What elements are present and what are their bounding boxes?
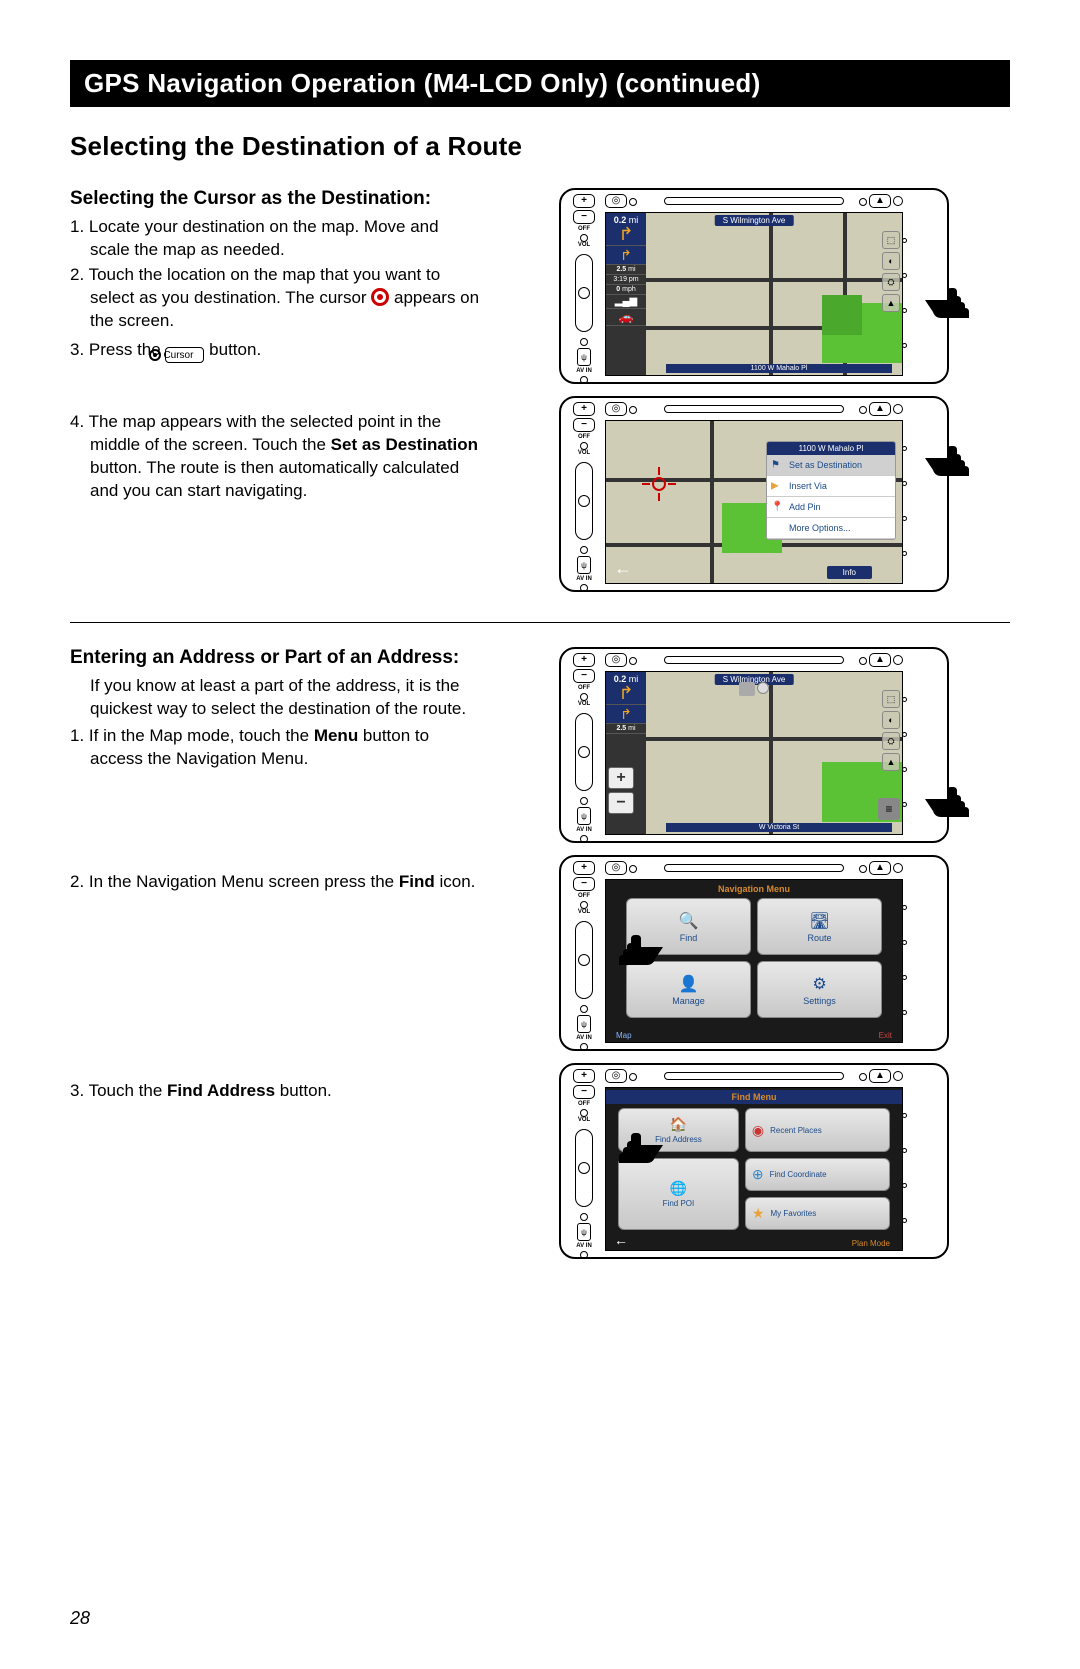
device-screenshot-3: ◎▲ +−OFFVOLψAV IN S Wilmington Ave 0.2 m… — [559, 647, 949, 843]
pointing-hand-icon — [919, 436, 979, 480]
star-icon: ★ — [752, 1205, 765, 1222]
pointing-hand-icon — [919, 278, 979, 322]
nav-speed: 0 — [616, 286, 620, 293]
side-icon-1: ⬚ — [882, 231, 900, 249]
step-2-3a: 3. Touch the — [70, 1081, 167, 1100]
section-heading: Selecting the Destination of a Route — [70, 131, 1010, 162]
device-screenshot-1: ◎▲ +−OFFVOLψAV IN S Wilmington Ave 0.2 m… — [559, 188, 949, 384]
side-icon-3: ⛭ — [882, 273, 900, 291]
back-arrow-icon[interactable]: ← — [614, 1232, 628, 1248]
scroll-wheel — [575, 254, 593, 332]
step-1-1: 1. Locate your destination on the map. M… — [90, 216, 480, 262]
street-label: S Wilmington Ave — [715, 215, 794, 226]
sec2-intro: If you know at least a part of the addre… — [90, 675, 480, 721]
step-1-4-bold: Set as Destination — [331, 435, 478, 454]
step-1-2: 2. Touch the location on the map that yo… — [90, 264, 480, 333]
info-button[interactable]: Info — [827, 566, 872, 579]
ctx-more-options[interactable]: More Options... — [767, 518, 895, 539]
device-screenshot-4: ◎▲ +−OFFVOLψAV IN Navigation Menu 🔍Find … — [559, 855, 949, 1051]
step-2-1-bold: Menu — [314, 726, 358, 745]
ctx-insert-via[interactable]: ▶Insert Via — [767, 476, 895, 497]
house-icon: 🏠 — [670, 1116, 687, 1133]
step-1-3: 3. Press the Cursor button. — [90, 339, 480, 363]
settings-icon: ⚙ — [812, 974, 826, 994]
step-2-3: 3. Touch the Find Address button. — [90, 1080, 480, 1103]
dist-2-unit: mi — [628, 266, 635, 273]
turn-arrow-2-icon: ↱ — [606, 248, 646, 262]
back-arrow-icon[interactable]: ← — [614, 558, 632, 579]
step-2-3-bold: Find Address — [167, 1081, 275, 1100]
tile-recent-places[interactable]: ◉Recent Places — [745, 1108, 890, 1152]
minus-btn: − — [573, 210, 595, 224]
find-menu-title: Find Menu — [606, 1090, 902, 1104]
context-menu-header: 1100 W Mahalo Pl — [767, 442, 895, 455]
step-2-2-bold: Find — [399, 872, 435, 891]
ctx-add-pin[interactable]: 📍Add Pin — [767, 497, 895, 518]
menu-button[interactable]: ≡ — [878, 798, 900, 820]
step-2-2b: icon. — [435, 872, 476, 891]
flag-icon: ⚑ — [771, 460, 780, 471]
tile-find-poi[interactable]: 🌐Find POI — [618, 1158, 739, 1230]
tile-settings[interactable]: ⚙Settings — [757, 961, 882, 1018]
bottom-street-label: 1100 W Mahalo Pl — [666, 364, 892, 373]
cursor-button-label: Cursor — [163, 350, 193, 361]
sub-heading-1: Selecting the Cursor as the Destination: — [70, 188, 480, 210]
device-screenshot-5: ◎▲ +−OFFVOLψAV IN Find Menu 🏠Find Addres… — [559, 1063, 949, 1259]
ctx-set-destination[interactable]: ⚑Set as Destination — [767, 455, 895, 476]
device-screenshot-2: ◎▲ +−OFFVOLψAV IN 11 — [559, 396, 949, 592]
side-icon-2: ◐ — [882, 252, 900, 270]
page-number: 28 — [70, 1608, 90, 1629]
step-2-2: 2. In the Navigation Menu screen press t… — [90, 871, 480, 894]
context-menu: 1100 W Mahalo Pl ⚑Set as Destination ▶In… — [766, 441, 896, 540]
tile-route[interactable]: 🛣Route — [757, 898, 882, 955]
find-icon: 🔍 — [679, 911, 699, 931]
plan-mode-link[interactable]: Plan Mode — [852, 1239, 890, 1248]
map-link[interactable]: Map — [616, 1031, 632, 1040]
tile-my-favorites[interactable]: ★My Favorites — [745, 1197, 890, 1230]
eject-btn-icon: ▲ — [869, 194, 891, 208]
step-2-3b: button. — [275, 1081, 332, 1100]
step-2-2a: 2. In the Navigation Menu screen press t… — [70, 872, 399, 891]
pointing-hand-icon — [609, 1123, 669, 1167]
step-1-4: 4. The map appears with the selected poi… — [90, 411, 480, 503]
side-icon-4: ▲ — [882, 294, 900, 312]
pin-icon: 📍 — [771, 502, 783, 513]
car-icon: 🚗 — [606, 309, 646, 326]
manage-icon: 👤 — [679, 974, 699, 994]
recent-icon: ◉ — [752, 1122, 764, 1139]
pointing-hand-icon — [919, 777, 979, 821]
signal-icon: ▂▄▆ — [606, 295, 646, 309]
via-icon: ▶ — [771, 481, 779, 492]
zoom-in-btn[interactable]: + — [608, 767, 634, 789]
route-icon: 🛣 — [809, 911, 829, 931]
bottom-street-label-3: W Victoria St — [666, 823, 892, 832]
nav-menu-title: Navigation Menu — [606, 884, 902, 894]
nav-btn-icon: ◎ — [605, 194, 627, 208]
usb-icon: ψ — [577, 348, 591, 366]
poi-icon: 🌐 — [670, 1180, 687, 1197]
zoom-out-btn[interactable]: − — [608, 792, 634, 814]
tile-manage[interactable]: 👤Manage — [626, 961, 751, 1018]
cursor-button-inline: Cursor — [165, 347, 204, 363]
sub-heading-2: Entering an Address or Part of an Addres… — [70, 647, 480, 669]
step-1-4-text-b: button. The route is then automatically … — [90, 458, 459, 500]
nav-time: 3:19 pm — [606, 275, 646, 285]
pointing-hand-icon — [609, 925, 669, 969]
cursor-icon — [371, 288, 389, 306]
tile-find-coordinate[interactable]: ⊕Find Coordinate — [745, 1158, 890, 1191]
map-cursor-icon — [646, 471, 672, 497]
nav-speed-unit: mph — [622, 286, 636, 293]
coord-icon: ⊕ — [752, 1166, 764, 1183]
step-2-1a: 1. If in the Map mode, touch the — [70, 726, 314, 745]
section-divider — [70, 622, 1010, 623]
step-2-1: 1. If in the Map mode, touch the Menu bu… — [90, 725, 480, 771]
exit-link[interactable]: Exit — [879, 1031, 892, 1040]
plus-btn: + — [573, 194, 595, 208]
step-1-3-text-b: button. — [204, 340, 261, 359]
dist-2: 2.5 — [616, 266, 626, 273]
turn-arrow-1-icon: ↱ — [606, 225, 646, 243]
title-bar: GPS Navigation Operation (M4-LCD Only) (… — [70, 60, 1010, 107]
